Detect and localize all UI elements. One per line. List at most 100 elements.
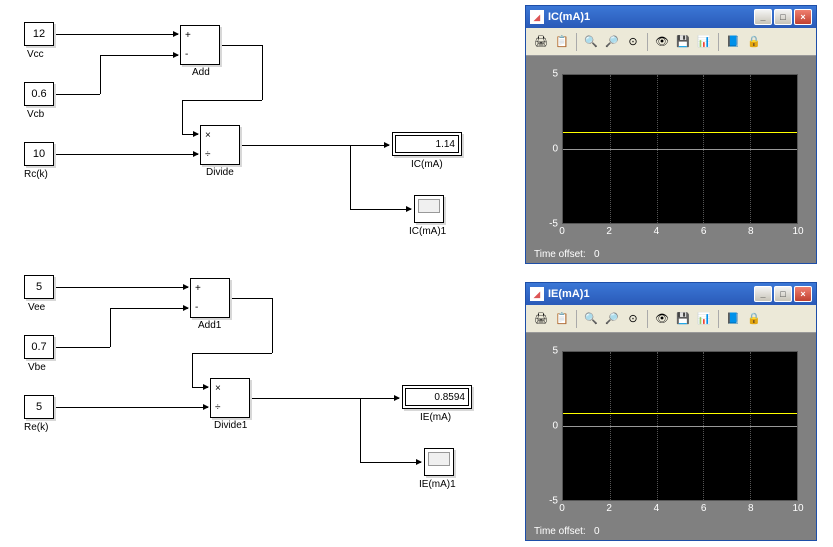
scope-ic-footer: Time offset: 0	[526, 246, 816, 263]
display-ie-label: IE(mA)	[420, 412, 451, 423]
scope-ic-signal	[563, 132, 797, 133]
constant-vcc-label: Vcc	[27, 49, 44, 60]
float-icon[interactable]: 📘	[724, 310, 742, 328]
constant-vcb-label: Vcb	[27, 109, 44, 120]
scope-ic-label: IC(mA)1	[409, 226, 446, 237]
separator	[576, 310, 577, 328]
zoom-in-icon[interactable]: 🔍	[582, 310, 600, 328]
wire	[232, 298, 272, 299]
divide-block-ie[interactable]: × ÷	[210, 378, 250, 418]
restore-icon[interactable]: 📊	[695, 310, 713, 328]
display-ic-label: IC(mA)	[411, 159, 443, 170]
constant-vbe[interactable]: 0.7	[24, 335, 54, 359]
add-ic-label: Add	[192, 67, 210, 78]
save-icon[interactable]: 💾	[674, 33, 692, 51]
scope-ic-sink[interactable]	[414, 195, 444, 223]
close-button[interactable]: ×	[794, 286, 812, 302]
zoom-x-icon[interactable]: 🔎	[603, 310, 621, 328]
scope-ie-label: IE(mA)1	[419, 479, 456, 490]
save-icon[interactable]: 💾	[674, 310, 692, 328]
separator	[576, 33, 577, 51]
wire	[242, 145, 389, 146]
scope-window-ic: ◢ IC(mA)1 _ □ × 🖨 📋 🔍 🔎 ⊙ 👁 💾 📊 📘 🔒 5 0 …	[525, 5, 817, 264]
scope-ic-title-text: IC(mA)1	[548, 11, 752, 23]
wire	[56, 407, 208, 408]
scope-ie-yticks: 5 0 -5	[536, 351, 558, 501]
wire	[272, 298, 273, 353]
divide-ie-op1: ×	[215, 383, 221, 394]
wire	[56, 154, 198, 155]
maximize-button[interactable]: □	[774, 286, 792, 302]
lock-icon[interactable]: 🔒	[745, 310, 763, 328]
wire	[56, 34, 178, 35]
wire	[222, 45, 262, 46]
scope-ie-toolbar: 🖨 📋 🔍 🔎 ⊙ 👁 💾 📊 📘 🔒	[526, 305, 816, 333]
scope-ie-xticks: 0 2 4 6 8 10	[562, 501, 798, 515]
wire	[360, 398, 361, 462]
minimize-button[interactable]: _	[754, 286, 772, 302]
separator	[718, 33, 719, 51]
constant-re[interactable]: 5	[24, 395, 54, 419]
float-icon[interactable]: 📘	[724, 33, 742, 51]
autoscale-icon[interactable]: 👁	[653, 33, 671, 51]
constant-vee-value: 5	[36, 281, 42, 293]
params-icon[interactable]: 📋	[553, 310, 571, 328]
print-icon[interactable]: 🖨	[532, 33, 550, 51]
constant-vbe-label: Vbe	[28, 362, 46, 373]
scope-ie-plot[interactable]	[562, 351, 798, 501]
constant-vcc-value: 12	[33, 28, 45, 40]
zoom-in-icon[interactable]: 🔍	[582, 33, 600, 51]
wire	[360, 462, 421, 463]
scope-ic-plot[interactable]	[562, 74, 798, 224]
scope-ie-signal	[563, 413, 797, 414]
scope-ie-sink[interactable]	[424, 448, 454, 476]
divide-block-ic[interactable]: × ÷	[200, 125, 240, 165]
scope-ic-yticks: 5 0 -5	[536, 74, 558, 224]
constant-vcc[interactable]: 12	[24, 22, 54, 46]
add-ic-sign1: +	[185, 30, 191, 41]
wire	[100, 55, 101, 94]
divide-ie-op2: ÷	[215, 402, 221, 413]
scope-ie-titlebar[interactable]: ◢ IE(mA)1 _ □ ×	[526, 283, 816, 305]
wire	[252, 398, 399, 399]
lock-icon[interactable]: 🔒	[745, 33, 763, 51]
constant-rc[interactable]: 10	[24, 142, 54, 166]
scope-ic-titlebar[interactable]: ◢ IC(mA)1 _ □ ×	[526, 6, 816, 28]
constant-re-value: 5	[36, 401, 42, 413]
wire	[182, 100, 262, 101]
wire	[182, 100, 183, 134]
wire	[110, 308, 188, 309]
divide-ic-op2: ÷	[205, 149, 211, 160]
add-block-ic[interactable]: + -	[180, 25, 220, 65]
wire	[192, 353, 193, 387]
scope-ie-plot-area: 5 0 -5 0 2 4 6 8 10	[526, 333, 816, 523]
scope-window-ie: ◢ IE(mA)1 _ □ × 🖨 📋 🔍 🔎 ⊙ 👁 💾 📊 📘 🔒 5 0 …	[525, 282, 817, 541]
constant-vee[interactable]: 5	[24, 275, 54, 299]
constant-re-label: Re(k)	[24, 422, 48, 433]
params-icon[interactable]: 📋	[553, 33, 571, 51]
zoom-y-icon[interactable]: ⊙	[624, 33, 642, 51]
maximize-button[interactable]: □	[774, 9, 792, 25]
add-block-ie[interactable]: + -	[190, 278, 230, 318]
display-ie[interactable]: 0.8594	[402, 385, 472, 409]
wire	[100, 55, 178, 56]
display-ic-value: 1.14	[436, 139, 455, 150]
wire	[350, 145, 351, 209]
separator	[718, 310, 719, 328]
wire	[350, 209, 411, 210]
constant-vcb[interactable]: 0.6	[24, 82, 54, 106]
minimize-button[interactable]: _	[754, 9, 772, 25]
wire	[192, 353, 272, 354]
print-icon[interactable]: 🖨	[532, 310, 550, 328]
display-ic[interactable]: 1.14	[392, 132, 462, 156]
restore-icon[interactable]: 📊	[695, 33, 713, 51]
separator	[647, 310, 648, 328]
zoom-y-icon[interactable]: ⊙	[624, 310, 642, 328]
zoom-x-icon[interactable]: 🔎	[603, 33, 621, 51]
add-ie-sign1: +	[195, 283, 201, 294]
close-button[interactable]: ×	[794, 9, 812, 25]
autoscale-icon[interactable]: 👁	[653, 310, 671, 328]
scope-ic-xticks: 0 2 4 6 8 10	[562, 224, 798, 238]
divide-ie-label: Divide1	[214, 420, 247, 431]
constant-vbe-value: 0.7	[31, 341, 46, 353]
